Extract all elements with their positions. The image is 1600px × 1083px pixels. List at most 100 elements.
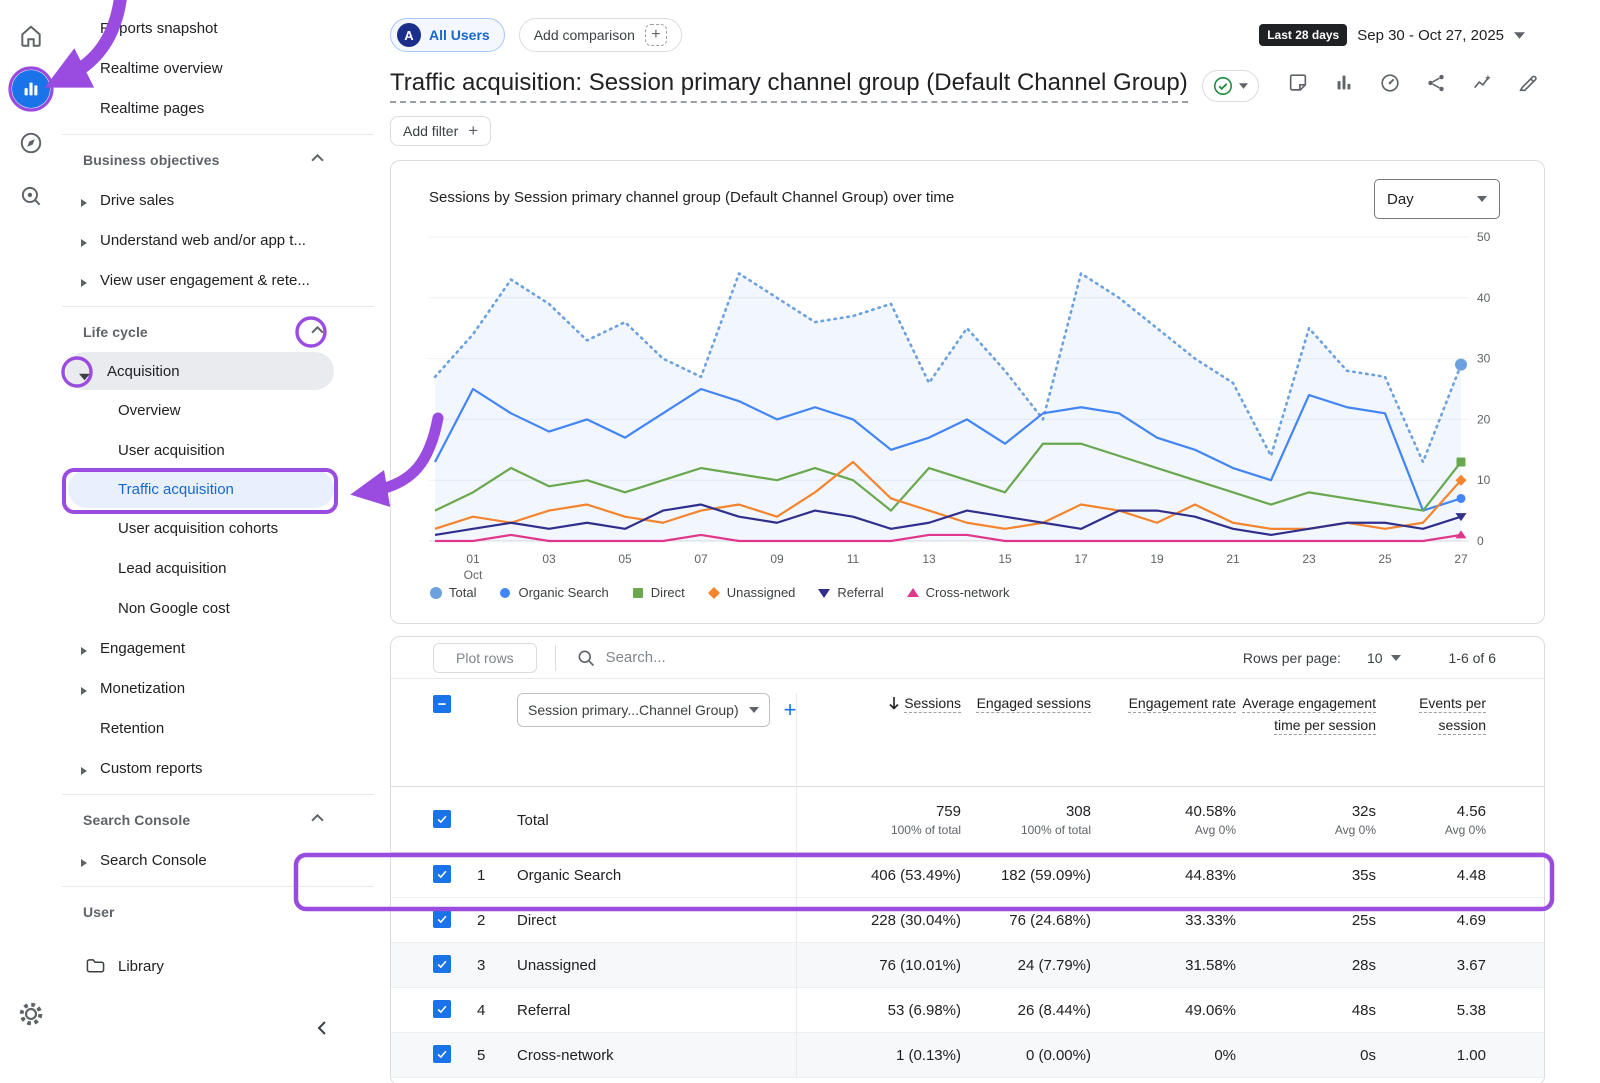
sidebar-item-business-objectives[interactable]: Business objectives [62, 140, 390, 180]
caret-right-icon [80, 278, 88, 288]
column-header-engagement-rate[interactable]: Engagement rate [1091, 693, 1236, 715]
row-checkbox[interactable] [433, 955, 477, 976]
add-dimension-button[interactable]: + [784, 699, 797, 721]
row-avg-engagement-time: 28s [1236, 957, 1376, 974]
explore-icon[interactable] [18, 130, 44, 156]
sidebar-item-engagement[interactable]: Engagement [62, 628, 390, 668]
sidebar-item-retention[interactable]: Retention [62, 708, 390, 748]
rows-per-page-select[interactable]: 10 [1367, 650, 1401, 666]
divider [555, 645, 556, 671]
share-icon[interactable] [1425, 72, 1447, 94]
totals-time: 32sAvg 0% [1236, 803, 1376, 837]
sidebar-item-realtime-overview[interactable]: Realtime overview [62, 48, 390, 88]
sidebar-item-search-console[interactable]: Search Console [62, 840, 390, 880]
legend-item-cross-network: Cross-network [906, 585, 1010, 600]
table-search [576, 648, 1243, 668]
date-range-picker[interactable]: Last 28 days Sep 30 - Oct 27, 2025 [1259, 24, 1525, 46]
sessions-chart-card: Sessions by Session primary channel grou… [390, 160, 1545, 624]
row-channel-name: Direct [517, 912, 796, 929]
svg-text:23: 23 [1302, 552, 1316, 566]
row-checkbox[interactable] [433, 1000, 477, 1021]
add-filter-label: Add filter [403, 123, 458, 139]
filter-bar: Add filter + [390, 116, 1545, 146]
column-header-engaged-sessions[interactable]: Engaged sessions [961, 693, 1091, 715]
caret-right-icon [80, 686, 88, 696]
report-actions [1287, 72, 1539, 94]
row-channel-name: Cross-network [517, 1047, 796, 1064]
column-header-sessions[interactable]: Sessions [796, 693, 961, 787]
caret-right-icon [80, 646, 88, 656]
sidebar-item-user-acquisition[interactable]: User acquisition [62, 430, 390, 470]
legend-marker [817, 586, 831, 600]
sidebar-item-monetization[interactable]: Monetization [62, 668, 390, 708]
legend-label: Cross-network [926, 585, 1010, 600]
totals-rate: 40.58%Avg 0% [1091, 803, 1236, 837]
collapse-sidebar-button[interactable] [308, 1014, 336, 1042]
all-users-label: All Users [429, 27, 490, 43]
add-comparison-button[interactable]: Add comparison + [519, 18, 682, 52]
benchmark-gauge-icon[interactable] [1379, 72, 1401, 94]
admin-gear-icon[interactable] [18, 1001, 44, 1027]
row-engaged-sessions: 0 (0.00%) [961, 1047, 1091, 1064]
granularity-select[interactable]: Day [1374, 179, 1500, 219]
advertising-icon[interactable] [18, 183, 44, 209]
row-engaged-sessions: 76 (24.68%) [961, 912, 1091, 929]
row-sessions: 228 (30.04%) [796, 898, 961, 943]
table-row-referral[interactable]: 4Referral53 (6.98%)26 (8.44%)49.06%48s5.… [391, 988, 1544, 1033]
rows-per-page-label: Rows per page: [1243, 650, 1341, 666]
sidebar-item-traffic-acquisition[interactable]: Traffic acquisition [68, 470, 334, 508]
section-label: Search Console [83, 812, 190, 828]
row-events-per-session: 1.00 [1376, 1047, 1486, 1064]
column-header-events-per-session[interactable]: Events per session [1376, 693, 1486, 736]
dimension-select[interactable]: Session primary...Channel Group) [517, 693, 770, 727]
table-row-cross-network[interactable]: 5Cross-network1 (0.13%)0 (0.00%)0%0s1.00 [391, 1033, 1544, 1078]
plot-rows-button[interactable]: Plot rows [433, 643, 537, 673]
sidebar-item-drive-sales[interactable]: Drive sales [62, 180, 390, 220]
sidebar-item-non-google-cost[interactable]: Non Google cost [62, 588, 390, 628]
sidebar-item-library[interactable]: Library [62, 946, 390, 986]
section-label: Life cycle [83, 324, 148, 340]
insights-icon[interactable] [1471, 72, 1493, 94]
reports-icon[interactable] [12, 70, 50, 108]
all-users-chip[interactable]: A All Users [390, 18, 505, 52]
sidebar-divider [62, 886, 374, 887]
sidebar-item-realtime-pages[interactable]: Realtime pages [62, 88, 390, 128]
bar-chart-icon[interactable] [1333, 72, 1355, 94]
svg-text:03: 03 [542, 552, 556, 566]
caret-right-icon [80, 238, 88, 248]
select-all-checkbox[interactable] [433, 693, 477, 716]
sidebar-item-acquisition[interactable]: Acquisition [66, 352, 334, 390]
sidebar-item-lead-acquisition[interactable]: Lead acquisition [62, 548, 390, 588]
svg-text:11: 11 [847, 552, 860, 566]
sidebar-item-custom-reports[interactable]: Custom reports [62, 748, 390, 788]
table-row-direct[interactable]: 2Direct228 (30.04%)76 (24.68%)33.33%25s4… [391, 898, 1544, 943]
row-engagement-rate: 0% [1091, 1047, 1236, 1064]
sidebar-item-view-user-engagement[interactable]: View user engagement & rete... [62, 260, 390, 300]
totals-checkbox[interactable] [433, 810, 477, 831]
home-icon[interactable] [18, 23, 44, 49]
item-label: Non Google cost [118, 600, 230, 617]
rows-per-page-value: 10 [1367, 650, 1383, 666]
legend-item-direct: Direct [631, 585, 685, 600]
search-input[interactable] [606, 649, 926, 666]
column-header-avg-engagement-time[interactable]: Average engagement time per session [1236, 693, 1376, 736]
row-rank: 1 [477, 867, 517, 884]
sidebar-item-search-console-section[interactable]: Search Console [62, 800, 390, 840]
row-events-per-session: 4.48 [1376, 867, 1486, 884]
sidebar-item-reports-snapshot[interactable]: Reports snapshot [62, 8, 390, 48]
edit-pencil-icon[interactable] [1517, 72, 1539, 94]
row-checkbox[interactable] [433, 865, 477, 886]
legend-item-unassigned: Unassigned [707, 585, 796, 600]
row-checkbox[interactable] [433, 910, 477, 931]
table-row-unassigned[interactable]: 3Unassigned76 (10.01%)24 (7.79%)31.58%28… [391, 943, 1544, 988]
row-checkbox[interactable] [433, 1045, 477, 1066]
table-row-organic-search[interactable]: 1Organic Search406 (53.49%)182 (59.09%)4… [391, 853, 1544, 898]
note-icon[interactable] [1287, 72, 1309, 94]
add-filter-button[interactable]: Add filter + [390, 116, 491, 146]
sidebar-item-understand-web-app[interactable]: Understand web and/or app t... [62, 220, 390, 260]
report-status-pill[interactable] [1202, 70, 1259, 102]
sidebar-item-overview[interactable]: Overview [62, 390, 390, 430]
sidebar-item-life-cycle[interactable]: Life cycle [62, 312, 390, 352]
sidebar-item-user-acquisition-cohorts[interactable]: User acquisition cohorts [62, 508, 390, 548]
check-circle-icon [1213, 76, 1233, 96]
